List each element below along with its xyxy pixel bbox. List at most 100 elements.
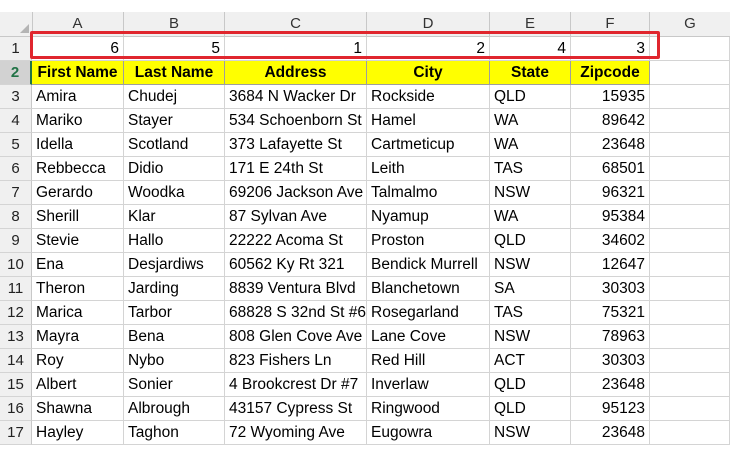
cell-state[interactable]: SA: [490, 277, 571, 301]
column-header-d[interactable]: D: [367, 12, 490, 36]
cell-state[interactable]: QLD: [490, 397, 571, 421]
cell-last-name[interactable]: Sonier: [124, 373, 225, 397]
cell-g1[interactable]: [650, 37, 730, 61]
cell-first-name[interactable]: Hayley: [32, 421, 124, 445]
cell-first-name[interactable]: Rebbecca: [32, 157, 124, 181]
cell-first-name[interactable]: Mariko: [32, 109, 124, 133]
row-header[interactable]: 12: [0, 301, 32, 325]
cell-last-name[interactable]: Stayer: [124, 109, 225, 133]
cell-zipcode[interactable]: 12647: [571, 253, 650, 277]
cell-address[interactable]: 823 Fishers Ln: [225, 349, 367, 373]
cell-last-name[interactable]: Klar: [124, 205, 225, 229]
row-header[interactable]: 5: [0, 133, 32, 157]
cell-state[interactable]: NSW: [490, 421, 571, 445]
cell-g[interactable]: [650, 85, 730, 109]
cell-city[interactable]: Leith: [367, 157, 490, 181]
cell-state[interactable]: ACT: [490, 349, 571, 373]
cell-city[interactable]: Eugowra: [367, 421, 490, 445]
cell-city[interactable]: Rockside: [367, 85, 490, 109]
header-zipcode[interactable]: Zipcode: [571, 61, 650, 85]
cell-b1[interactable]: 5: [124, 37, 225, 61]
column-header-g[interactable]: G: [650, 12, 730, 36]
cell-g[interactable]: [650, 301, 730, 325]
cell-g[interactable]: [650, 421, 730, 445]
cell-first-name[interactable]: Idella: [32, 133, 124, 157]
row-header[interactable]: 7: [0, 181, 32, 205]
cell-address[interactable]: 8839 Ventura Blvd: [225, 277, 367, 301]
cell-city[interactable]: Lane Cove: [367, 325, 490, 349]
cell-first-name[interactable]: Ena: [32, 253, 124, 277]
header-last-name[interactable]: Last Name: [124, 61, 225, 85]
cell-state[interactable]: WA: [490, 109, 571, 133]
cell-city[interactable]: Hamel: [367, 109, 490, 133]
row-header[interactable]: 9: [0, 229, 32, 253]
cell-zipcode[interactable]: 23648: [571, 421, 650, 445]
cell-zipcode[interactable]: 23648: [571, 133, 650, 157]
cell-f1[interactable]: 3: [571, 37, 650, 61]
row-header[interactable]: 14: [0, 349, 32, 373]
cell-zipcode[interactable]: 30303: [571, 349, 650, 373]
cell-first-name[interactable]: Theron: [32, 277, 124, 301]
cell-g[interactable]: [650, 109, 730, 133]
cell-address[interactable]: 68828 S 32nd St #6: [225, 301, 367, 325]
cell-address[interactable]: 808 Glen Cove Ave: [225, 325, 367, 349]
cell-first-name[interactable]: Roy: [32, 349, 124, 373]
column-header-e[interactable]: E: [490, 12, 571, 36]
cell-g[interactable]: [650, 181, 730, 205]
cell-first-name[interactable]: Mayra: [32, 325, 124, 349]
cell-g[interactable]: [650, 205, 730, 229]
cell-state[interactable]: TAS: [490, 301, 571, 325]
row-header[interactable]: 6: [0, 157, 32, 181]
cell-a1[interactable]: 6: [32, 37, 124, 61]
cell-city[interactable]: Ringwood: [367, 397, 490, 421]
cell-address[interactable]: 72 Wyoming Ave: [225, 421, 367, 445]
cell-last-name[interactable]: Woodka: [124, 181, 225, 205]
cell-address[interactable]: 4 Brookcrest Dr #7: [225, 373, 367, 397]
cell-first-name[interactable]: Stevie: [32, 229, 124, 253]
header-address[interactable]: Address: [225, 61, 367, 85]
cell-city[interactable]: Proston: [367, 229, 490, 253]
cell-g[interactable]: [650, 157, 730, 181]
cell-zipcode[interactable]: 78963: [571, 325, 650, 349]
cell-zipcode[interactable]: 89642: [571, 109, 650, 133]
cell-last-name[interactable]: Jarding: [124, 277, 225, 301]
column-header-a[interactable]: A: [32, 12, 124, 36]
cell-address[interactable]: 60562 Ky Rt 321: [225, 253, 367, 277]
cell-city[interactable]: Rosegarland: [367, 301, 490, 325]
cell-city[interactable]: Red Hill: [367, 349, 490, 373]
cell-g[interactable]: [650, 133, 730, 157]
cell-g2[interactable]: [650, 61, 730, 85]
cell-state[interactable]: QLD: [490, 373, 571, 397]
cell-g[interactable]: [650, 373, 730, 397]
cell-last-name[interactable]: Tarbor: [124, 301, 225, 325]
cell-g[interactable]: [650, 277, 730, 301]
cell-address[interactable]: 534 Schoenborn St: [225, 109, 367, 133]
cell-zipcode[interactable]: 96321: [571, 181, 650, 205]
column-header-f[interactable]: F: [571, 12, 650, 36]
cell-g[interactable]: [650, 229, 730, 253]
cell-d1[interactable]: 2: [367, 37, 490, 61]
cell-c1[interactable]: 1: [225, 37, 367, 61]
cell-zipcode[interactable]: 95384: [571, 205, 650, 229]
cell-g[interactable]: [650, 325, 730, 349]
cell-last-name[interactable]: Didio: [124, 157, 225, 181]
cell-g[interactable]: [650, 349, 730, 373]
cell-city[interactable]: Inverlaw: [367, 373, 490, 397]
cell-state[interactable]: NSW: [490, 181, 571, 205]
cell-address[interactable]: 171 E 24th St: [225, 157, 367, 181]
cell-last-name[interactable]: Hallo: [124, 229, 225, 253]
cell-city[interactable]: Nyamup: [367, 205, 490, 229]
cell-state[interactable]: WA: [490, 205, 571, 229]
cell-zipcode[interactable]: 75321: [571, 301, 650, 325]
cell-first-name[interactable]: Amira: [32, 85, 124, 109]
cell-address[interactable]: 43157 Cypress St: [225, 397, 367, 421]
row-header[interactable]: 17: [0, 421, 32, 445]
cell-g[interactable]: [650, 253, 730, 277]
cell-first-name[interactable]: Gerardo: [32, 181, 124, 205]
cell-address[interactable]: 373 Lafayette St: [225, 133, 367, 157]
cell-first-name[interactable]: Marica: [32, 301, 124, 325]
cell-city[interactable]: Bendick Murrell: [367, 253, 490, 277]
row-header[interactable]: 3: [0, 85, 32, 109]
cell-zipcode[interactable]: 68501: [571, 157, 650, 181]
cell-zipcode[interactable]: 95123: [571, 397, 650, 421]
